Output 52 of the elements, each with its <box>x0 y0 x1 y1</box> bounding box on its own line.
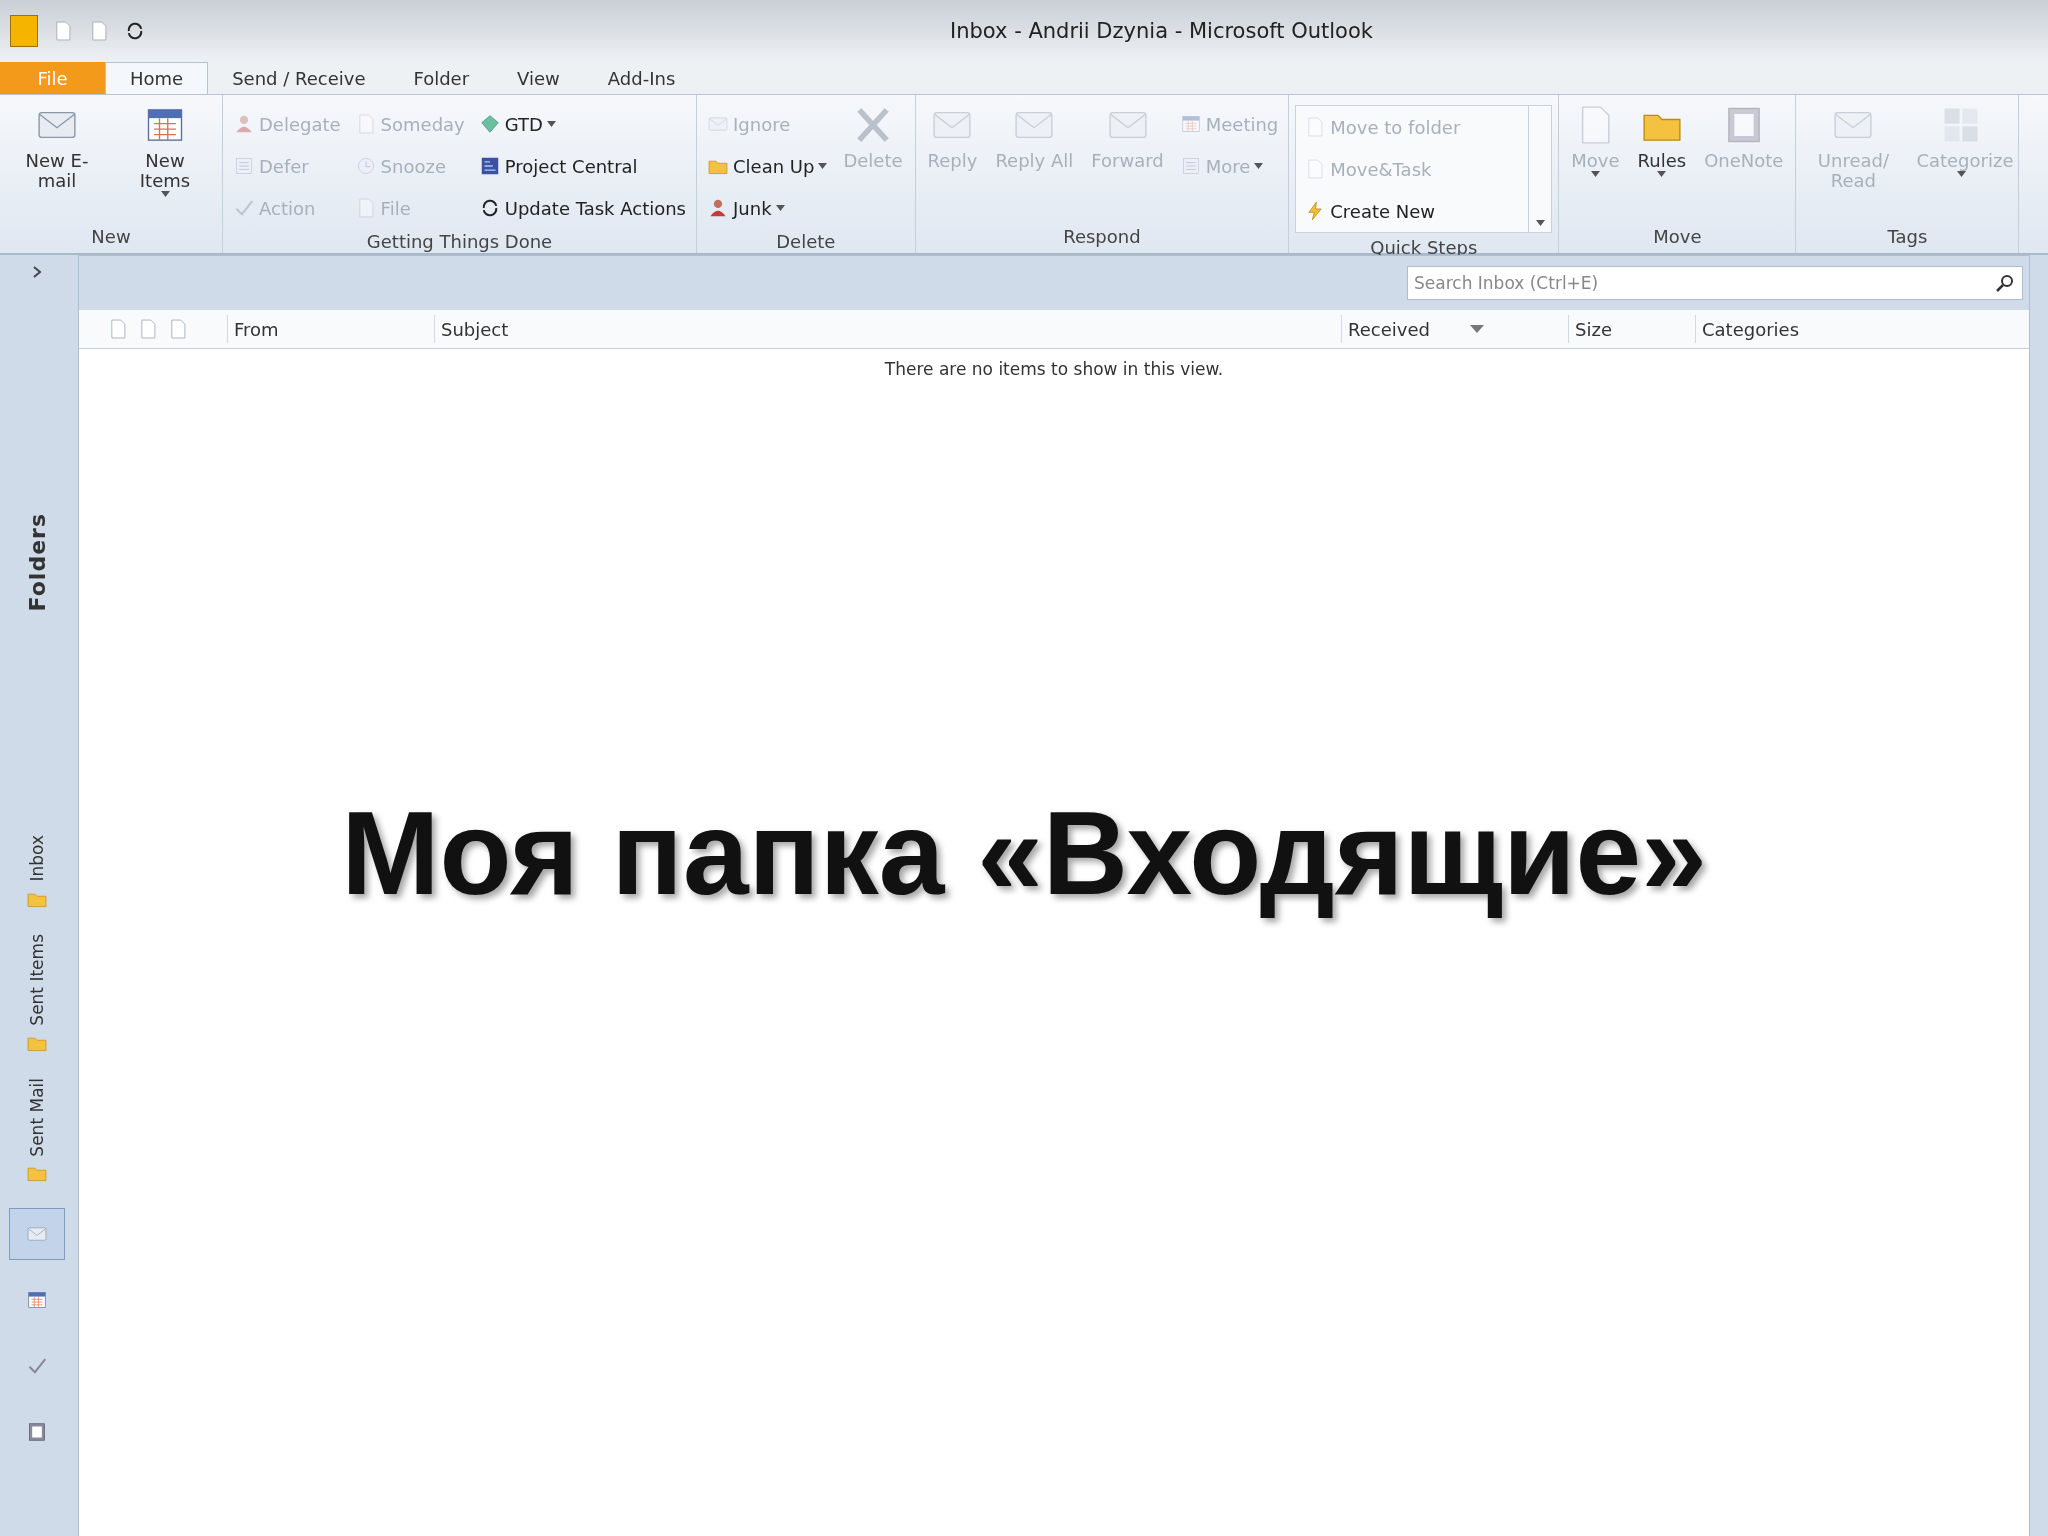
column-header[interactable]: Subject <box>434 315 1341 343</box>
ribbon-button[interactable]: Project Central <box>474 147 690 185</box>
calendar-icon <box>1179 113 1202 135</box>
caret-icon <box>818 163 828 169</box>
ribbon-button[interactable]: New Items <box>114 99 216 201</box>
caret-icon <box>1956 170 1966 177</box>
search-icon[interactable] <box>1995 273 2015 293</box>
ribbon-button[interactable]: GTD <box>474 105 690 143</box>
caret-icon <box>1657 170 1667 177</box>
column-header[interactable]: Received <box>1341 315 1568 343</box>
sort-icon <box>1469 325 1484 333</box>
caret-icon <box>1535 220 1545 226</box>
ribbon-tab[interactable]: View <box>493 62 584 94</box>
group-label: Move <box>1652 225 1703 249</box>
folders-label: Folders <box>24 513 50 612</box>
list-icon <box>233 155 255 177</box>
group-label: Respond <box>1062 225 1142 249</box>
caret-icon <box>546 121 556 127</box>
caret-icon <box>1254 163 1264 169</box>
search-field[interactable]: Search Inbox (Ctrl+E) <box>1407 266 2023 300</box>
ribbon-tab[interactable]: Add-Ins <box>583 62 700 94</box>
app-icon[interactable] <box>10 15 38 47</box>
gem-icon <box>478 113 501 135</box>
column-header[interactable]: Size <box>1568 315 1695 343</box>
empty-message: There are no items to show in this view. <box>883 358 1225 379</box>
ribbon-tab[interactable]: Send / Receive <box>208 62 390 94</box>
ribbon-button[interactable]: Junk <box>703 189 832 227</box>
group-label: New <box>90 225 132 249</box>
favorite-folder[interactable]: Sent Mail <box>27 1077 47 1157</box>
ribbon-tab[interactable]: Home <box>105 62 209 94</box>
favorite-folder[interactable]: Sent Items <box>27 933 47 1026</box>
caption: Моя папка «Входящие» <box>341 786 1707 921</box>
favorite-folder[interactable]: Inbox <box>27 835 47 882</box>
group-label: Getting Things Done <box>365 230 554 254</box>
ribbon-button[interactable]: Clean Up <box>703 147 832 185</box>
navigation-button[interactable] <box>9 1208 65 1261</box>
caret-icon <box>775 205 785 211</box>
group-label: Tags <box>1886 225 1929 249</box>
ribbon-button[interactable]: Update Task Actions <box>474 189 690 227</box>
ribbon-tab[interactable]: Folder <box>389 62 494 94</box>
expand-icon[interactable] <box>31 265 43 279</box>
window-title: Inbox - Andrii Dzynia - Microsoft Outlook <box>950 19 1373 43</box>
column-header[interactable]: Categories <box>1695 315 1942 343</box>
caret-icon <box>160 190 170 197</box>
group-label: Delete <box>775 230 837 254</box>
note-icon <box>26 1421 48 1444</box>
caret-icon <box>1590 170 1600 177</box>
ribbon-button[interactable]: Create New <box>1300 192 1521 230</box>
ribbon-button[interactable]: New E-mail <box>6 99 108 195</box>
ribbon-button[interactable]: Rules <box>1631 99 1693 181</box>
group-label: Quick Steps <box>1369 236 1479 260</box>
column-header[interactable]: From <box>227 315 434 343</box>
